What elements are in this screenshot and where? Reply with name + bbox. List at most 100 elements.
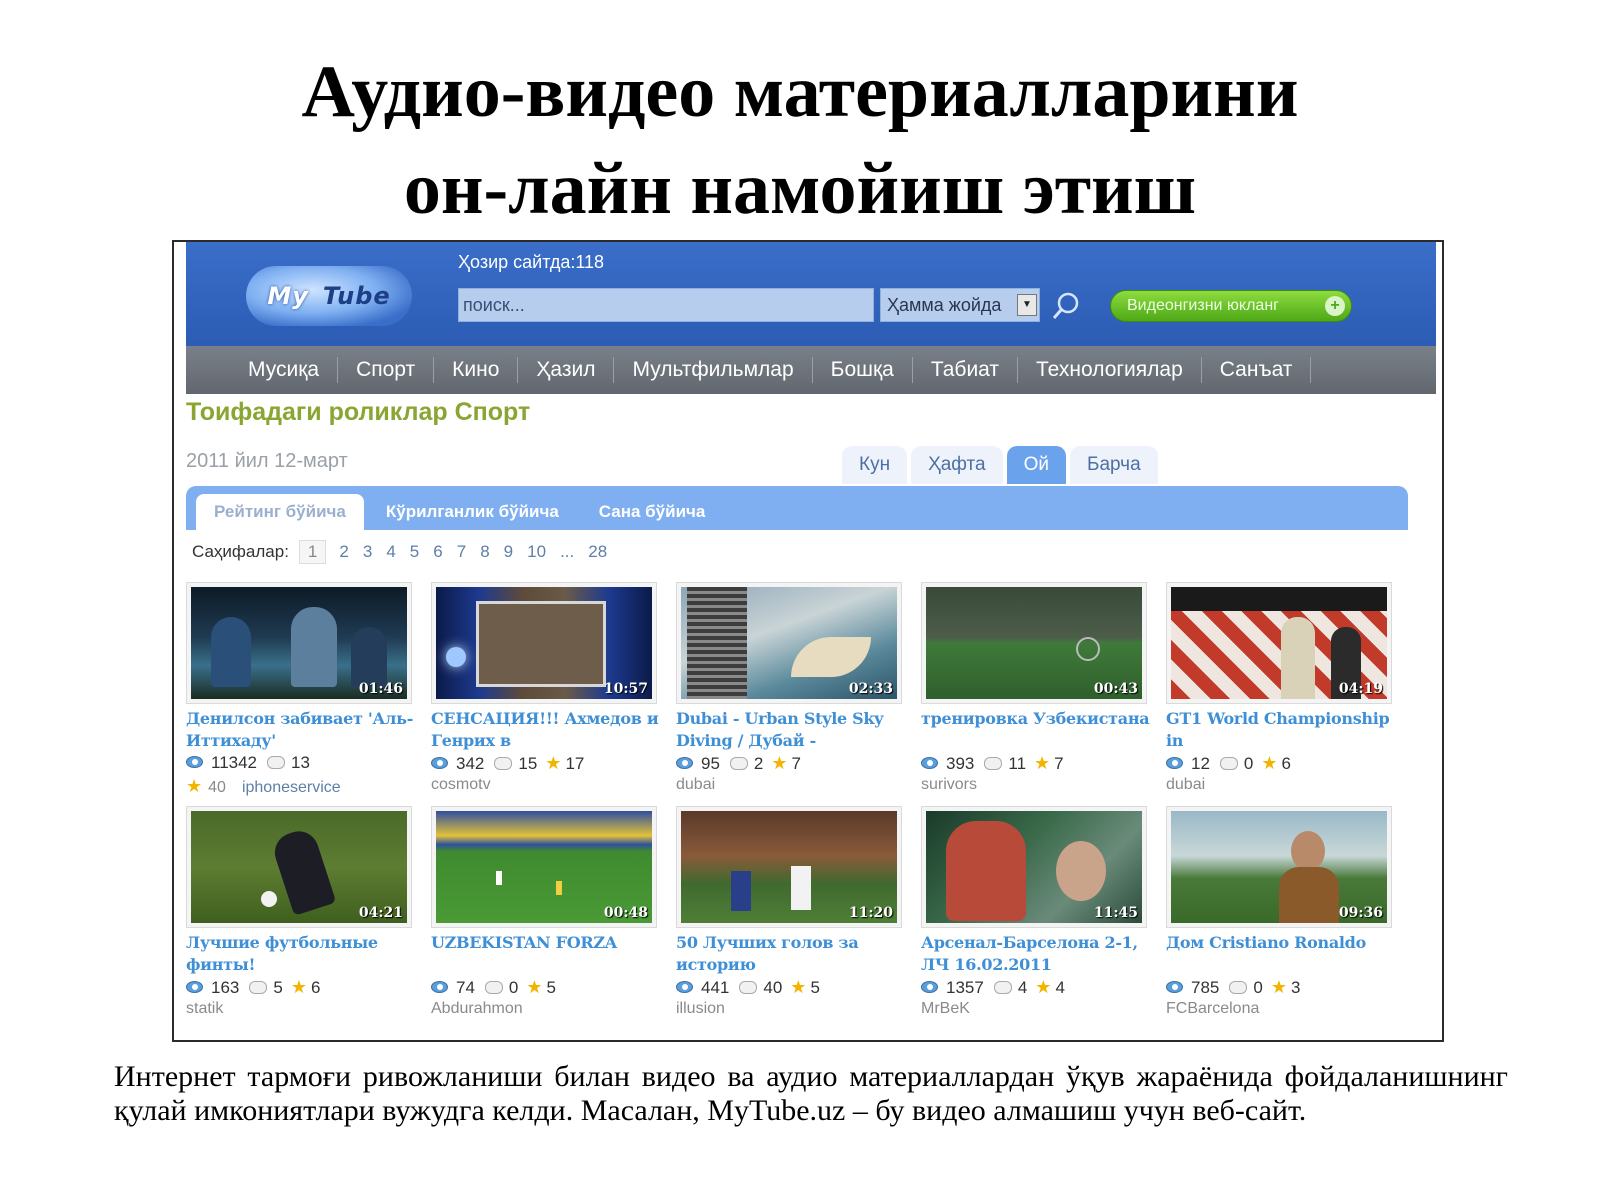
dropdown-arrow-icon[interactable]: ▼	[1017, 294, 1037, 316]
tab-all[interactable]: Барча	[1069, 446, 1158, 484]
slide-title: Аудио-видео материалларини он-лайн намой…	[0, 44, 1600, 238]
video-thumbnail-frame[interactable]: 02:33	[676, 582, 902, 704]
slide-title-line-2: он-лайн намойиш этиш	[403, 148, 1197, 230]
page-link[interactable]: 6	[426, 542, 449, 562]
video-uploader[interactable]: dubai	[1166, 776, 1205, 794]
nav-item-sport[interactable]: Спорт	[338, 357, 435, 383]
comments-icon	[993, 981, 1012, 994]
search-input[interactable]	[458, 288, 874, 322]
video-thumbnail[interactable]: 09:36	[1171, 811, 1387, 923]
nav-item-music[interactable]: Мусиқа	[230, 357, 339, 383]
views-icon	[186, 756, 203, 768]
video-thumbnail-frame[interactable]: 11:20	[676, 806, 902, 928]
page-link[interactable]: 10	[520, 542, 553, 562]
star-icon: ★	[290, 977, 307, 997]
video-thumbnail-frame[interactable]: 04:21	[186, 806, 412, 928]
slide-title-line-1: Аудио-видео материалларини	[301, 51, 1299, 133]
video-views: 163	[211, 978, 240, 997]
tab-week[interactable]: Ҳафта	[911, 446, 1003, 484]
video-uploader[interactable]: MrBeK	[921, 1000, 970, 1018]
video-title[interactable]: тренировка Узбекистана	[921, 708, 1151, 752]
video-thumbnail-frame[interactable]: 04:19	[1166, 582, 1392, 704]
video-views: 95	[701, 754, 720, 773]
page-link[interactable]: 28	[581, 542, 614, 562]
video-uploader[interactable]: iphoneservice	[242, 779, 341, 796]
page-link[interactable]: 9	[497, 542, 520, 562]
video-thumbnail[interactable]: 11:45	[926, 811, 1142, 923]
upload-video-button[interactable]: Видеонгизни юкланг +	[1110, 290, 1352, 322]
video-uploader[interactable]: Abdurahmon	[431, 1000, 523, 1018]
video-thumbnail[interactable]: 00:43	[926, 587, 1142, 699]
video-thumbnail-frame[interactable]: 10:57	[431, 582, 657, 704]
nav-item-other[interactable]: Бошқа	[813, 357, 913, 383]
video-thumbnail[interactable]: 10:57	[436, 587, 652, 699]
tab-month[interactable]: Ой	[1006, 446, 1066, 484]
video-rating: 4	[1055, 978, 1065, 997]
tab-day[interactable]: Кун	[842, 446, 908, 484]
video-thumbnail[interactable]: 00:48	[436, 811, 652, 923]
video-uploader[interactable]: cosmotv	[431, 776, 491, 794]
video-rating: 7	[1054, 754, 1064, 773]
video-stats: 11342 13	[186, 753, 310, 773]
tab-sort-views[interactable]: Кўрилганлик бўйича	[368, 494, 577, 530]
video-thumbnail[interactable]: 11:20	[681, 811, 897, 923]
video-thumbnail[interactable]: 04:21	[191, 811, 407, 923]
video-title[interactable]: UZBEKISTAN FORZA	[431, 932, 661, 976]
tab-sort-date[interactable]: Сана бўйича	[581, 494, 724, 530]
nav-item-cartoons[interactable]: Мультфильмлар	[614, 357, 813, 383]
views-icon	[1166, 757, 1183, 769]
video-thumbnail[interactable]: 02:33	[681, 587, 897, 699]
page-link[interactable]: 7	[450, 542, 473, 562]
tab-sort-rating[interactable]: Рейтинг бўйича	[196, 494, 364, 530]
page-ellipsis: ...	[560, 542, 575, 561]
video-card: 00:48 UZBEKISTAN FORZA 74 0 ★ 5 Abdurahmon	[431, 806, 667, 1026]
video-rating: 6	[310, 978, 321, 997]
page-link[interactable]: 2	[332, 542, 355, 562]
mytube-logo[interactable]: My Tube	[246, 266, 412, 326]
star-icon: ★	[1261, 753, 1278, 773]
video-thumbnail-frame[interactable]: 01:46	[186, 582, 412, 704]
video-comments: 0	[1243, 754, 1254, 773]
page-link[interactable]: 8	[473, 542, 496, 562]
video-thumbnail-frame[interactable]: 00:43	[921, 582, 1147, 704]
video-card: 04:19 GT1 World Championship in 12 0 ★ 6 du…	[1166, 582, 1402, 802]
nav-item-nature[interactable]: Табиат	[913, 357, 1019, 383]
video-title[interactable]: Арсенал-Барселона 2-1, ЛЧ 16.02.2011	[921, 932, 1151, 976]
nav-item-cinema[interactable]: Кино	[434, 357, 519, 383]
video-thumbnail[interactable]: 04:19	[1171, 587, 1387, 699]
star-icon: ★	[1034, 753, 1051, 773]
star-icon: ★	[1035, 977, 1052, 997]
video-title[interactable]: 50 Лучших голов за историю	[676, 932, 906, 976]
views-icon	[921, 981, 938, 993]
search-scope-select[interactable]: Ҳамма жойда ▼	[880, 288, 1040, 322]
video-views: 785	[1191, 978, 1220, 997]
video-thumbnail-frame[interactable]: 11:45	[921, 806, 1147, 928]
video-title[interactable]: GT1 World Championship in	[1166, 708, 1396, 752]
search-icon[interactable]	[1050, 290, 1082, 322]
video-title[interactable]: Дом Cristiano Ronaldo	[1166, 932, 1396, 976]
video-comments: 2	[753, 754, 764, 773]
page-link[interactable]: 3	[356, 542, 379, 562]
video-uploader[interactable]: illusion	[676, 1000, 725, 1018]
video-duration: 09:36	[1338, 905, 1383, 921]
video-thumbnail[interactable]: 01:46	[191, 587, 407, 699]
video-uploader[interactable]: surivors	[921, 776, 977, 794]
page-link[interactable]: 5	[403, 542, 426, 562]
video-thumbnail-frame[interactable]: 09:36	[1166, 806, 1392, 928]
nav-item-humor[interactable]: Ҳазил	[518, 357, 615, 383]
video-uploader[interactable]: statik	[186, 1000, 223, 1018]
video-uploader[interactable]: FCBarcelona	[1166, 1000, 1259, 1018]
nav-item-technology[interactable]: Технологиялар	[1018, 357, 1202, 383]
nav-item-art[interactable]: Санъат	[1202, 357, 1312, 383]
video-duration: 04:19	[1338, 681, 1383, 697]
video-title[interactable]: Лучшие футбольные финты!	[186, 932, 416, 976]
video-uploader[interactable]: dubai	[676, 776, 715, 794]
video-title[interactable]: Dubai - Urban Style Sky Diving / Дубай -	[676, 708, 906, 752]
video-thumbnail-frame[interactable]: 00:48	[431, 806, 657, 928]
video-card: 11:20 50 Лучших голов за историю 441 40 ★ 5…	[676, 806, 912, 1026]
views-icon	[431, 757, 448, 769]
video-title[interactable]: СЕНСАЦИЯ!!! Ахмедов и Генрих в	[431, 708, 661, 752]
upload-video-label: Видеонгизни юкланг	[1127, 297, 1279, 314]
page-link[interactable]: 4	[379, 542, 402, 562]
video-title[interactable]: Денилсон забивает 'Аль-Иттихаду'	[186, 708, 416, 752]
